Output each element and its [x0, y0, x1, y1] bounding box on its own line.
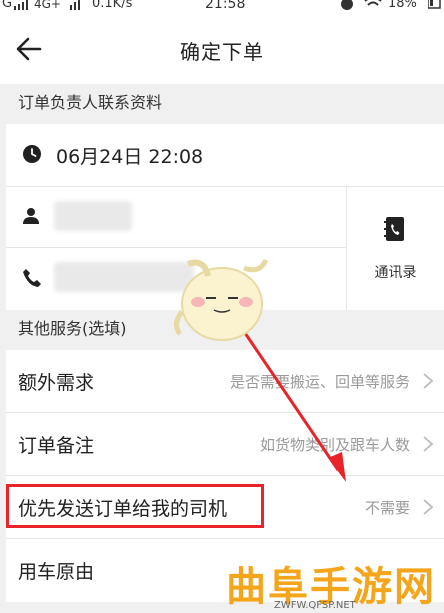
- contact-phone-row[interactable]: [6, 248, 346, 310]
- carrier-label: G: [2, 0, 13, 11]
- site-watermark: 曲阜手游网 ZWFW.QFSP.NET: [226, 556, 444, 613]
- priority-driver-row[interactable]: 优先发送订单给我的司机 不需要: [6, 476, 444, 539]
- wifi-icon: [364, 0, 382, 6]
- battery-level: 18%: [388, 0, 417, 11]
- clock: 21:58: [205, 0, 246, 12]
- contact-name-row[interactable]: [6, 187, 346, 247]
- services-section-title: 其他服务(选填): [0, 310, 444, 350]
- status-bar: G 4G+ 0.1K/s 21:58 18%: [0, 0, 444, 14]
- contact-phone-field[interactable]: [54, 262, 194, 292]
- page-title: 确定下单: [180, 40, 264, 64]
- extra-requirements-row[interactable]: 额外需求 是否需要搬运、回单等服务: [6, 350, 444, 413]
- network-label: 4G+: [34, 0, 61, 11]
- contact-section-title: 订单负责人联系资料: [0, 84, 444, 124]
- row-label: 订单备注: [18, 435, 95, 457]
- contact-name-field[interactable]: [54, 201, 132, 231]
- signal-icon: [14, 0, 28, 10]
- row-hint: 是否需要搬运、回单等服务: [229, 373, 410, 391]
- datetime-row[interactable]: 06月24日 22:08: [6, 124, 346, 186]
- alarm-icon: [341, 0, 353, 10]
- battery-icon: [428, 0, 441, 9]
- nav-bar: 确定下单: [0, 14, 444, 84]
- row-label: 用车原由: [18, 561, 95, 583]
- pickup-datetime: 06月24日 22:08: [56, 146, 204, 168]
- clock-icon: [23, 145, 41, 163]
- phone-icon: [23, 269, 41, 287]
- row-hint: 如货物类别及跟车人数: [259, 436, 410, 454]
- network-speed: 0.1K/s: [92, 0, 133, 11]
- chevron-right-icon: [423, 436, 434, 452]
- contact-card: 06月24日 22:08 通讯录: [6, 124, 444, 310]
- person-icon: [23, 208, 39, 224]
- signal-icon-2: [70, 0, 80, 10]
- row-label: 额外需求: [18, 372, 95, 394]
- chevron-right-icon: [423, 499, 434, 515]
- contacts-button[interactable]: 通讯录: [347, 186, 444, 310]
- chevron-right-icon: [423, 373, 434, 389]
- row-label: 优先发送订单给我的司机: [18, 498, 228, 520]
- watermark-url: ZWFW.QFSP.NET: [274, 600, 356, 611]
- row-hint: 不需要: [364, 499, 410, 517]
- contacts-label: 通讯录: [374, 265, 417, 281]
- address-book-icon: [384, 217, 404, 241]
- order-notes-row[interactable]: 订单备注 如货物类别及跟车人数: [6, 413, 444, 476]
